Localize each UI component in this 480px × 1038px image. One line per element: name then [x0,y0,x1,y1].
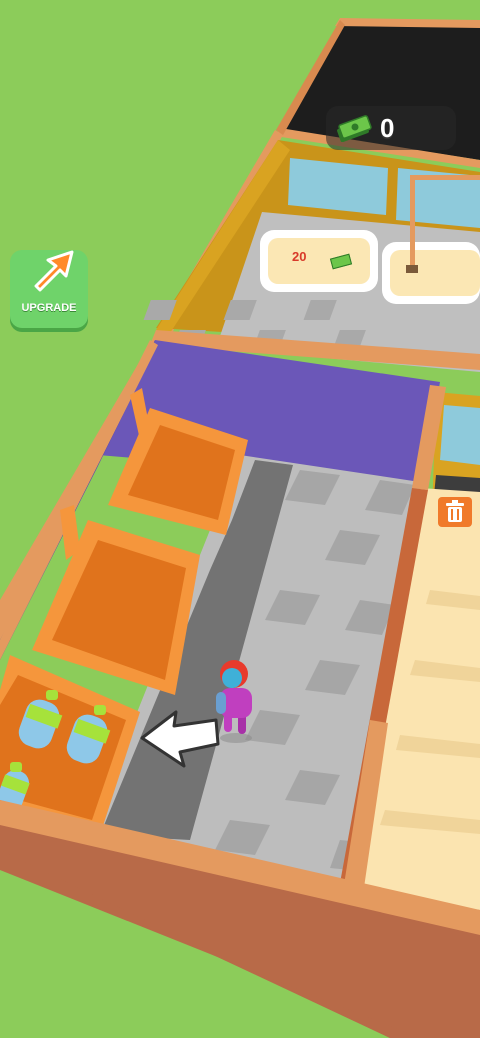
arrow-up-right-icon [34,250,74,292]
money-value: 0 [380,112,395,143]
upgrade-button[interactable]: UPGRADE [10,250,88,328]
game-scene [0,0,480,1038]
window-left [288,158,388,215]
upgrade-label: UPGRADE [21,302,77,314]
money-counter: 0 [326,106,456,150]
trash-can-icon[interactable] [438,497,472,527]
cash-stack-icon [337,115,372,142]
counter-price-left: 20 [292,249,307,264]
